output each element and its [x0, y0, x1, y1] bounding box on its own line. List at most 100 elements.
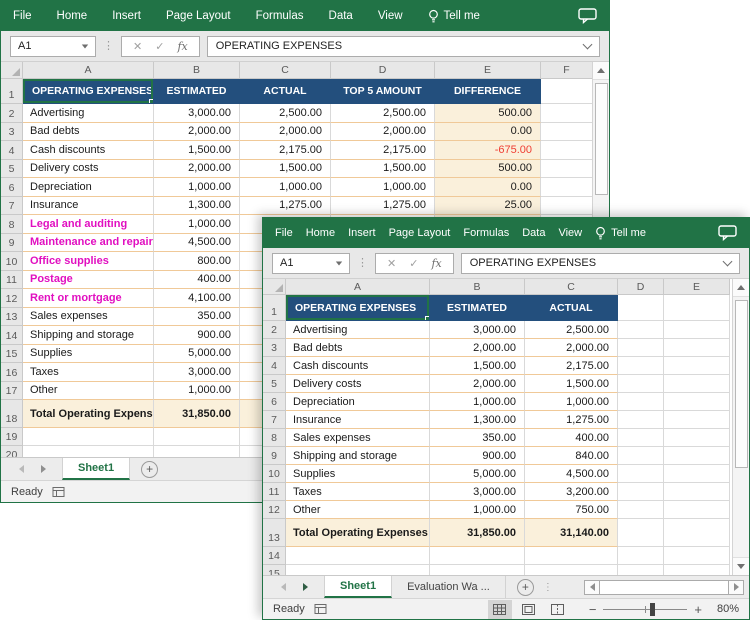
cancel-icon[interactable]: ✕ — [133, 40, 142, 53]
cell-b9[interactable]: 4,500.00 — [154, 233, 240, 252]
cell-f7[interactable] — [541, 196, 593, 215]
chevron-down-icon[interactable] — [722, 256, 733, 267]
cell-c3[interactable]: 2,000.00 — [240, 122, 331, 141]
page-layout-view-icon[interactable] — [517, 600, 541, 619]
cell-e7[interactable] — [664, 411, 730, 429]
row-header-1[interactable]: 1 — [1, 79, 23, 104]
cell-d5[interactable] — [618, 375, 664, 393]
cell-c5[interactable]: 1,500.00 — [240, 159, 331, 178]
row-header-5[interactable]: 5 — [263, 375, 286, 393]
cell-b18[interactable]: 31,850.00 — [154, 400, 240, 428]
cell-e8[interactable] — [664, 429, 730, 447]
sheet-tab-evaluation-wa[interactable]: Evaluation Wa ... — [392, 576, 506, 598]
row-header-9[interactable]: 9 — [1, 233, 23, 252]
cell-a5[interactable]: Delivery costs — [286, 375, 430, 393]
cell-d11[interactable] — [618, 483, 664, 501]
page-break-view-icon[interactable] — [546, 600, 570, 619]
cell-a10[interactable]: Supplies — [286, 465, 430, 483]
normal-view-icon[interactable] — [487, 599, 512, 619]
row-header-13[interactable]: 13 — [263, 519, 286, 547]
cell-c11[interactable]: 3,200.00 — [525, 483, 618, 501]
sheet-tab-sheet1[interactable]: Sheet1 — [62, 458, 131, 480]
row-header-13[interactable]: 13 — [1, 307, 23, 326]
cell-d14[interactable] — [618, 547, 664, 565]
cell-a12[interactable]: Rent or mortgage — [23, 289, 154, 308]
cell-b8[interactable]: 350.00 — [430, 429, 525, 447]
row-header-6[interactable]: 6 — [1, 178, 23, 197]
menu-insert[interactable]: Insert — [348, 227, 376, 239]
cell-f1[interactable] — [541, 79, 593, 104]
cell-b9[interactable]: 900.00 — [430, 447, 525, 465]
cell-f5[interactable] — [541, 159, 593, 178]
cell-b4[interactable]: 1,500.00 — [154, 141, 240, 160]
menu-formulas[interactable]: Formulas — [256, 10, 304, 22]
cell-f3[interactable] — [541, 122, 593, 141]
scrollbar-thumb[interactable] — [734, 300, 748, 468]
cell-d7[interactable]: 1,275.00 — [331, 196, 435, 215]
cell-c10[interactable]: 4,500.00 — [525, 465, 618, 483]
row-header-11[interactable]: 11 — [263, 483, 286, 501]
col-header-d[interactable]: D — [618, 279, 664, 295]
cell-b1[interactable]: ESTIMATED — [430, 295, 525, 321]
row-header-4[interactable]: 4 — [1, 141, 23, 160]
cell-a2[interactable]: Advertising — [286, 321, 430, 339]
sheet-nav-right-icon[interactable] — [294, 576, 316, 598]
row-header-3[interactable]: 3 — [263, 339, 286, 357]
cell-b5[interactable]: 2,000.00 — [430, 375, 525, 393]
menu-view[interactable]: View — [378, 10, 403, 22]
cell-d13[interactable] — [618, 519, 664, 547]
cell-a13[interactable]: Total Operating Expenses — [286, 519, 430, 547]
cell-a3[interactable]: Bad debts — [286, 339, 430, 357]
cell-c1[interactable]: ACTUAL — [525, 295, 618, 321]
cell-a14[interactable]: Shipping and storage — [23, 326, 154, 345]
cell-b12[interactable]: 4,100.00 — [154, 289, 240, 308]
cell-b20[interactable] — [154, 446, 240, 457]
cell-b19[interactable] — [154, 428, 240, 446]
cell-a8[interactable]: Sales expenses — [286, 429, 430, 447]
chevron-down-icon[interactable] — [335, 261, 343, 265]
cell-d10[interactable] — [618, 465, 664, 483]
select-all-corner[interactable] — [1, 62, 23, 79]
row-header-20[interactable]: 20 — [1, 446, 23, 457]
cell-b8[interactable]: 1,000.00 — [154, 215, 240, 234]
cell-a4[interactable]: Cash discounts — [286, 357, 430, 375]
row-header-10[interactable]: 10 — [263, 465, 286, 483]
row-header-7[interactable]: 7 — [263, 411, 286, 429]
zoom-level[interactable]: 80% — [709, 603, 739, 615]
col-header-f[interactable]: F — [541, 62, 593, 79]
menu-data[interactable]: Data — [329, 10, 353, 22]
row-header-4[interactable]: 4 — [263, 357, 286, 375]
col-header-e[interactable]: E — [435, 62, 541, 79]
cell-d6[interactable]: 1,000.00 — [331, 178, 435, 197]
cell-a7[interactable]: Insurance — [286, 411, 430, 429]
cell-a6[interactable]: Depreciation — [23, 178, 154, 197]
row-header-11[interactable]: 11 — [1, 270, 23, 289]
cell-c4[interactable]: 2,175.00 — [525, 357, 618, 375]
cell-b15[interactable]: 5,000.00 — [154, 344, 240, 363]
cell-a13[interactable]: Sales expenses — [23, 307, 154, 326]
cell-d2[interactable]: 2,500.00 — [331, 104, 435, 123]
cell-a1[interactable]: OPERATING EXPENSES — [286, 295, 430, 321]
comment-icon[interactable] — [718, 225, 737, 241]
cell-b2[interactable]: 3,000.00 — [430, 321, 525, 339]
row-header-1[interactable]: 1 — [263, 295, 286, 321]
cell-e11[interactable] — [664, 483, 730, 501]
cell-d3[interactable]: 2,000.00 — [331, 122, 435, 141]
cell-b6[interactable]: 1,000.00 — [154, 178, 240, 197]
scroll-down-icon[interactable] — [733, 557, 749, 575]
cell-b5[interactable]: 2,000.00 — [154, 159, 240, 178]
cell-b17[interactable]: 1,000.00 — [154, 381, 240, 400]
cell-c14[interactable] — [525, 547, 618, 565]
chevron-down-icon[interactable] — [582, 39, 593, 50]
menu-file[interactable]: File — [13, 10, 32, 22]
cell-a5[interactable]: Delivery costs — [23, 159, 154, 178]
cell-a11[interactable]: Taxes — [286, 483, 430, 501]
cell-e1[interactable] — [664, 295, 730, 321]
row-header-12[interactable]: 12 — [1, 289, 23, 308]
cell-a9[interactable]: Shipping and storage — [286, 447, 430, 465]
col-header-b[interactable]: B — [154, 62, 240, 79]
cell-b10[interactable]: 5,000.00 — [430, 465, 525, 483]
cell-e5[interactable]: 500.00 — [435, 159, 541, 178]
cell-d3[interactable] — [618, 339, 664, 357]
comment-icon[interactable] — [578, 8, 597, 24]
